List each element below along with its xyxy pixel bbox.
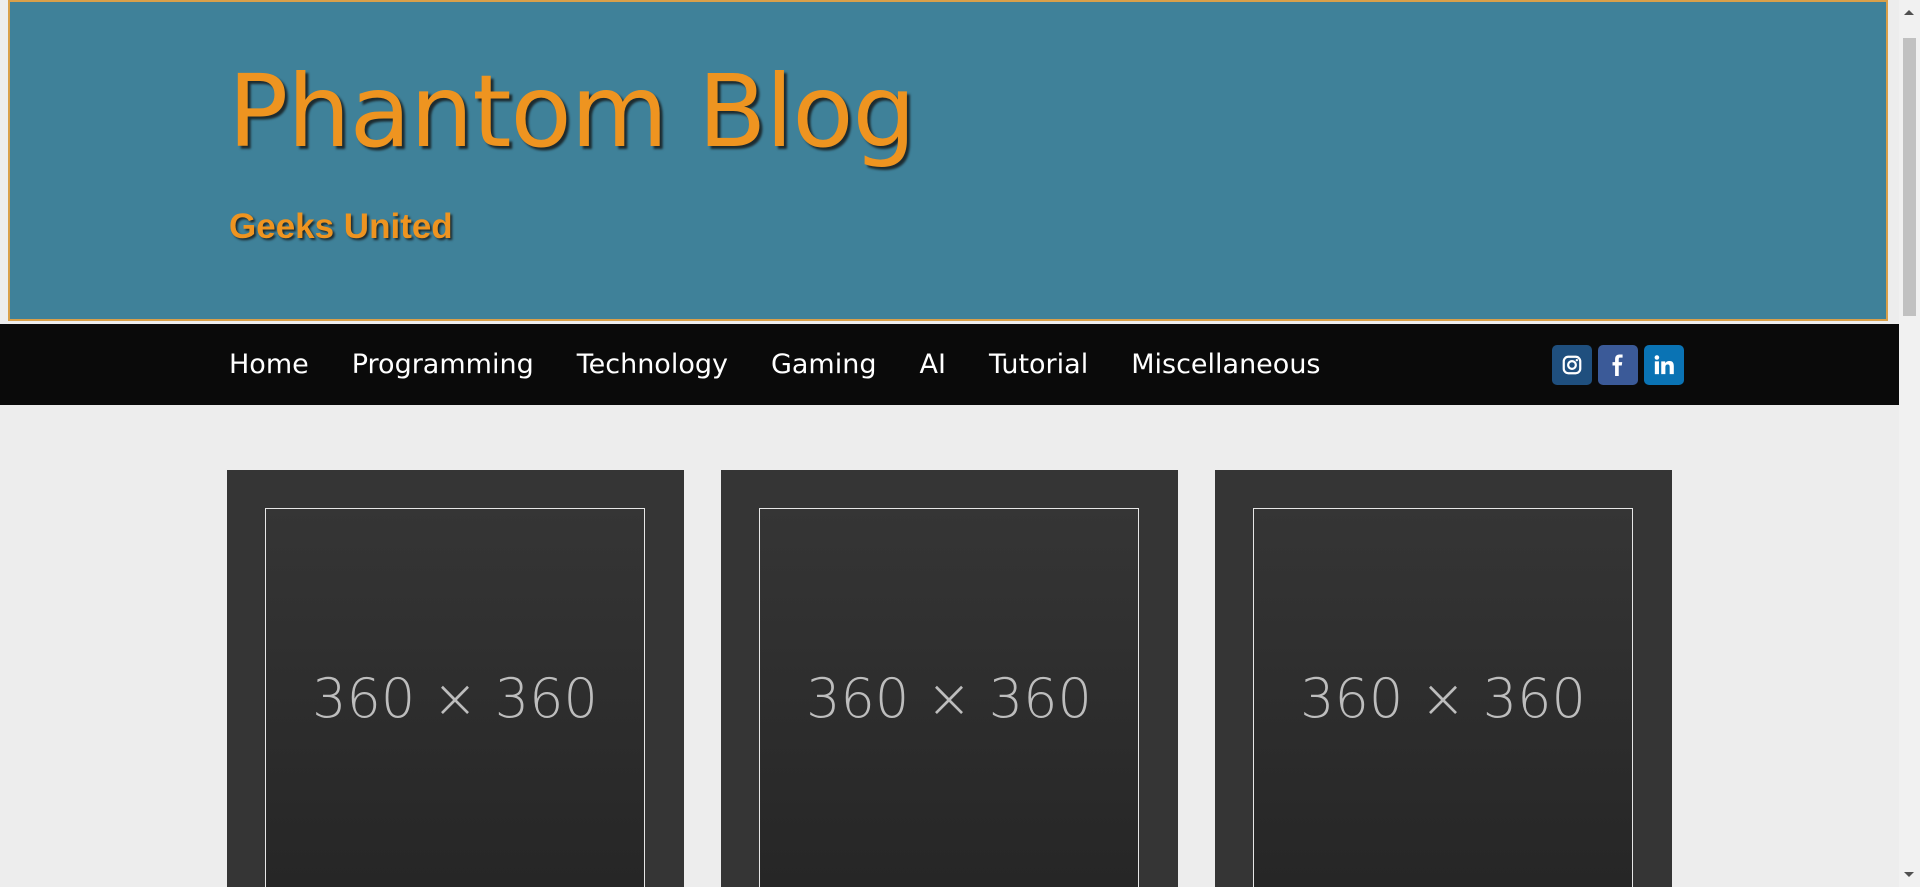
nav-item-programming[interactable]: Programming	[352, 349, 534, 380]
instagram-button[interactable]	[1552, 345, 1592, 385]
post-card[interactable]: 360 × 360	[227, 470, 684, 887]
thumbnail-size-label: 360 × 360	[1300, 666, 1586, 730]
post-thumbnail-placeholder[interactable]: 360 × 360	[759, 508, 1139, 887]
site-title[interactable]: Phantom Blog	[228, 62, 916, 162]
thumbnail-size-label: 360 × 360	[312, 666, 598, 730]
nav-item-home[interactable]: Home	[229, 349, 309, 380]
linkedin-icon	[1653, 354, 1675, 376]
post-thumbnail-placeholder[interactable]: 360 × 360	[1253, 508, 1633, 887]
nav-item-miscellaneous[interactable]: Miscellaneous	[1131, 349, 1320, 380]
nav-item-gaming[interactable]: Gaming	[771, 349, 877, 380]
scroll-down-arrow-icon[interactable]	[1904, 872, 1914, 877]
linkedin-button[interactable]	[1644, 345, 1684, 385]
post-card[interactable]: 360 × 360	[1215, 470, 1672, 887]
main-navbar: Home Programming Technology Gaming AI Tu…	[0, 324, 1899, 405]
scroll-up-arrow-icon[interactable]	[1904, 10, 1914, 15]
post-thumbnail-placeholder[interactable]: 360 × 360	[265, 508, 645, 887]
post-card[interactable]: 360 × 360	[721, 470, 1178, 887]
site-tagline: Geeks United	[229, 207, 453, 246]
vertical-scrollbar[interactable]	[1899, 0, 1920, 887]
post-grid: 360 × 360 360 × 360 360 × 360	[0, 405, 1899, 887]
page: Phantom Blog Geeks United Home Programmi…	[0, 0, 1920, 887]
nav-menu: Home Programming Technology Gaming AI Tu…	[229, 324, 1364, 405]
scrollbar-thumb[interactable]	[1903, 38, 1916, 316]
facebook-icon	[1607, 353, 1629, 377]
thumbnail-size-label: 360 × 360	[806, 666, 1092, 730]
instagram-icon	[1561, 354, 1583, 376]
social-links	[1552, 345, 1690, 385]
nav-item-tutorial[interactable]: Tutorial	[989, 349, 1088, 380]
facebook-button[interactable]	[1598, 345, 1638, 385]
site-header: Phantom Blog Geeks United	[8, 0, 1888, 321]
nav-item-ai[interactable]: AI	[920, 349, 946, 380]
nav-item-technology[interactable]: Technology	[577, 349, 728, 380]
